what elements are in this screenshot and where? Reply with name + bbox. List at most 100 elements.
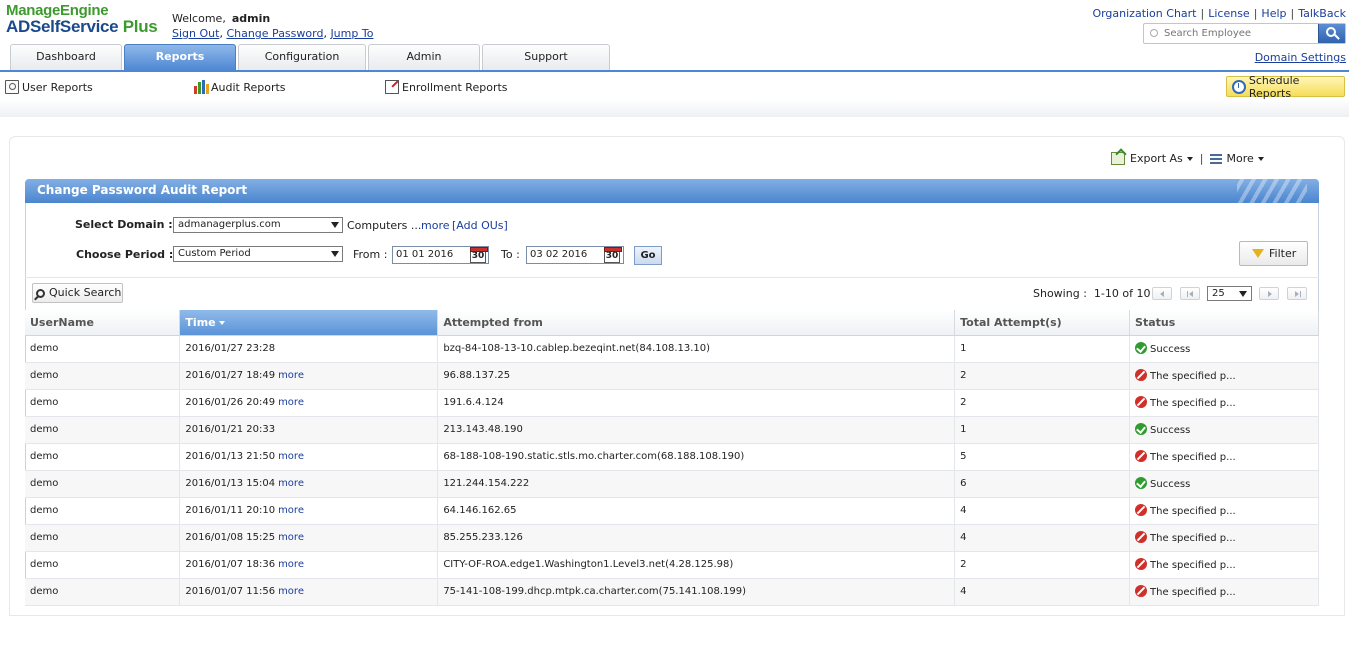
table-row[interactable]: demo 2016/01/13 21:50 more 68-188-108-190.s… bbox=[25, 443, 1319, 471]
bar-chart-icon bbox=[194, 80, 209, 94]
cell-total-attempts: 1 bbox=[954, 416, 1131, 444]
search-button[interactable] bbox=[1318, 24, 1345, 43]
cell-username: demo bbox=[25, 497, 181, 525]
success-check-icon bbox=[1135, 477, 1148, 489]
table-row[interactable]: demo 2016/01/27 23:28 bzq-84-108-13-10.cab… bbox=[25, 335, 1319, 363]
go-button[interactable]: Go bbox=[634, 246, 662, 265]
help-link[interactable]: Help bbox=[1261, 7, 1286, 20]
table-row[interactable]: demo 2016/01/13 15:04 more 121.244.154.222 6… bbox=[25, 470, 1319, 498]
column-time[interactable]: Time bbox=[179, 310, 439, 336]
cell-username: demo bbox=[25, 416, 181, 444]
period-select[interactable]: Custom Period bbox=[173, 246, 343, 262]
time-value: 2016/01/27 23:28 bbox=[185, 343, 276, 354]
export-as-menu[interactable]: Export As bbox=[1130, 152, 1193, 165]
table-row[interactable]: demo 2016/01/27 18:49 more 96.88.137.25 2 The… bbox=[25, 362, 1319, 390]
more-details-link[interactable]: more bbox=[278, 397, 304, 408]
sign-out-link[interactable]: Sign Out bbox=[172, 27, 219, 40]
enrollment-reports-label: Enrollment Reports bbox=[402, 80, 508, 94]
employee-search bbox=[1143, 23, 1346, 44]
enrollment-report-icon bbox=[385, 80, 399, 94]
tab-dashboard[interactable]: Dashboard bbox=[10, 44, 122, 71]
jump-to-link[interactable]: Jump To bbox=[330, 27, 373, 40]
error-icon bbox=[1135, 450, 1148, 462]
cell-username: demo bbox=[25, 362, 181, 390]
more-details-link[interactable]: more bbox=[278, 370, 304, 381]
more-details-link[interactable]: more bbox=[278, 559, 304, 570]
add-ous-link[interactable]: [Add OUs] bbox=[452, 219, 508, 232]
cell-attempted-from: 68-188-108-190.static.stls.mo.charter.co… bbox=[437, 443, 956, 471]
logged-in-user: admin bbox=[231, 12, 271, 25]
cell-status: The specified p... bbox=[1129, 524, 1319, 552]
tab-configuration[interactable]: Configuration bbox=[238, 44, 366, 71]
more-details-link[interactable]: more bbox=[278, 532, 304, 543]
cell-status: Success bbox=[1129, 470, 1319, 498]
column-status[interactable]: Status bbox=[1129, 310, 1319, 336]
error-icon bbox=[1135, 585, 1148, 597]
talkback-link[interactable]: TalkBack bbox=[1298, 7, 1346, 20]
cell-total-attempts: 2 bbox=[954, 551, 1131, 579]
rows-per-page-select[interactable]: 25 bbox=[1207, 286, 1252, 301]
more-domains-link[interactable]: more bbox=[421, 219, 450, 232]
tab-reports[interactable]: Reports bbox=[124, 44, 236, 71]
last-page-button[interactable] bbox=[1287, 287, 1307, 300]
chevron-down-icon bbox=[1257, 157, 1264, 161]
more-menu[interactable]: More bbox=[1226, 152, 1264, 165]
license-link[interactable]: License bbox=[1208, 7, 1249, 20]
more-details-link[interactable]: more bbox=[278, 451, 304, 462]
quick-search-button[interactable]: Quick Search bbox=[32, 283, 123, 303]
filter-button[interactable]: Filter bbox=[1239, 241, 1308, 266]
cell-total-attempts: 2 bbox=[954, 389, 1131, 417]
success-check-icon bbox=[1135, 423, 1148, 435]
first-page-button[interactable] bbox=[1180, 287, 1200, 300]
tab-support[interactable]: Support bbox=[482, 44, 610, 71]
cell-time: 2016/01/27 23:28 bbox=[179, 335, 439, 363]
column-username[interactable]: UserName bbox=[25, 310, 181, 336]
next-page-button[interactable] bbox=[1259, 287, 1279, 300]
user-reports-link[interactable]: User Reports bbox=[5, 80, 93, 94]
more-details-link[interactable]: more bbox=[278, 586, 304, 597]
search-small-icon bbox=[1150, 29, 1158, 37]
schedule-reports-button[interactable]: Schedule Reports bbox=[1226, 74, 1345, 100]
organization-chart-link[interactable]: Organization Chart bbox=[1092, 7, 1196, 20]
export-icon bbox=[1111, 152, 1125, 165]
cell-attempted-from: 96.88.137.25 bbox=[437, 362, 956, 390]
tab-admin[interactable]: Admin bbox=[368, 44, 480, 71]
table-row[interactable]: demo 2016/01/07 11:56 more 75-141-108-199.d… bbox=[25, 578, 1319, 606]
domain-select[interactable]: admanagerplus.com bbox=[173, 217, 343, 233]
reports-subnav: User Reports Audit Reports Enrollment Re… bbox=[0, 72, 1349, 117]
table-row[interactable]: demo 2016/01/11 20:10 more 64.146.162.65 4 Th… bbox=[25, 497, 1319, 525]
audit-reports-label: Audit Reports bbox=[211, 80, 286, 94]
divider bbox=[25, 277, 1319, 278]
table-row[interactable]: demo 2016/01/21 20:33 213.143.48.190 1 Succe… bbox=[25, 416, 1319, 444]
search-employee-input[interactable] bbox=[1144, 24, 1319, 43]
status-text: The specified p... bbox=[1150, 587, 1236, 598]
more-details-link[interactable]: more bbox=[278, 505, 304, 516]
more-details-link[interactable]: more bbox=[278, 478, 304, 489]
cell-status: The specified p... bbox=[1129, 578, 1319, 606]
table-row[interactable]: demo 2016/01/26 20:49 more 191.6.4.124 2 The … bbox=[25, 389, 1319, 417]
calendar-icon[interactable]: 30 bbox=[604, 247, 622, 263]
cell-total-attempts: 5 bbox=[954, 443, 1131, 471]
dropdown-arrow-icon bbox=[331, 222, 339, 228]
list-icon bbox=[1210, 153, 1223, 164]
funnel-icon bbox=[1252, 249, 1264, 258]
column-attempted-from[interactable]: Attempted from bbox=[437, 310, 956, 336]
audit-reports-link[interactable]: Audit Reports bbox=[194, 80, 286, 94]
product-logo[interactable]: ManageEngine ADSelfService Plus bbox=[6, 2, 158, 37]
showing-label: Showing : bbox=[1033, 287, 1087, 300]
to-label: To : bbox=[501, 248, 520, 261]
column-total-attempts[interactable]: Total Attempt(s) bbox=[954, 310, 1131, 336]
domain-settings-link[interactable]: Domain Settings bbox=[1255, 51, 1346, 64]
table-row[interactable]: demo 2016/01/07 18:36 more CITY-OF-ROA.edge… bbox=[25, 551, 1319, 579]
cell-status: The specified p... bbox=[1129, 497, 1319, 525]
table-body: demo 2016/01/27 23:28 bzq-84-108-13-10.cab… bbox=[25, 335, 1319, 606]
cell-time: 2016/01/08 15:25 more bbox=[179, 524, 439, 552]
status-text: Success bbox=[1150, 344, 1191, 355]
previous-page-button[interactable] bbox=[1152, 287, 1172, 300]
change-password-link[interactable]: Change Password bbox=[226, 27, 323, 40]
cell-time: 2016/01/27 18:49 more bbox=[179, 362, 439, 390]
cell-total-attempts: 6 bbox=[954, 470, 1131, 498]
calendar-icon[interactable]: 30 bbox=[470, 247, 488, 263]
enrollment-reports-link[interactable]: Enrollment Reports bbox=[385, 80, 508, 94]
table-row[interactable]: demo 2016/01/08 15:25 more 85.255.233.126 4 T… bbox=[25, 524, 1319, 552]
